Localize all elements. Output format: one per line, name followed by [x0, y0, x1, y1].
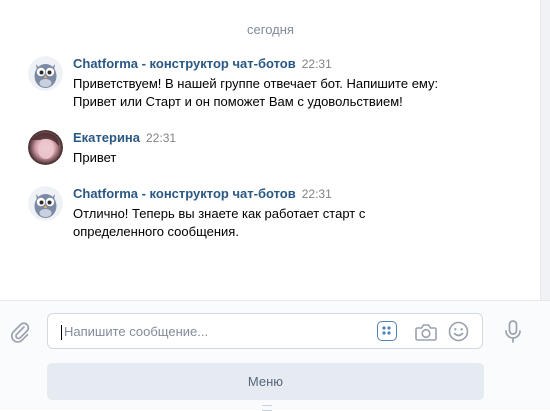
message-line: Привет	[73, 150, 117, 165]
drag-handle[interactable]	[262, 405, 272, 411]
text-caret	[61, 325, 62, 340]
message-line: Привет или Старт и он поможет Вам с удов…	[73, 94, 403, 109]
message-text: Привет	[73, 149, 493, 167]
message-line: Отлично! Теперь вы знаете как работает с…	[73, 206, 366, 221]
microphone-icon[interactable]	[504, 320, 522, 344]
message-time[interactable]: 22:31	[302, 187, 332, 201]
message-author[interactable]: Екатерина	[73, 130, 140, 145]
message-input[interactable]: Напишите сообщение...	[47, 313, 483, 349]
bot-avatar[interactable]	[28, 186, 63, 221]
message-author[interactable]: Chatforma - конструктор чат-ботов	[73, 56, 296, 71]
scrollbar[interactable]	[540, 0, 550, 300]
message-time[interactable]: 22:31	[302, 57, 332, 71]
camera-icon[interactable]	[415, 322, 437, 342]
message-line: Приветствуем! В нашей группе отвечает бо…	[73, 76, 439, 91]
message-composer: Напишите сообщение... Меню	[0, 300, 550, 411]
message-text: Приветствуем! В нашей группе отвечает бо…	[73, 75, 493, 111]
bot-avatar[interactable]	[28, 56, 63, 91]
paperclip-icon[interactable]	[9, 321, 31, 343]
message-time[interactable]: 22:31	[146, 131, 176, 145]
chat-history: сегодня Chatforma - конструктор чат-бото…	[0, 0, 541, 300]
user-avatar[interactable]	[28, 130, 63, 165]
bot-keyboard-icon[interactable]	[377, 321, 397, 341]
smile-icon[interactable]	[448, 321, 469, 342]
message-text: Отлично! Теперь вы знаете как работает с…	[73, 205, 493, 241]
message-line: определенного сообщения.	[73, 224, 239, 239]
date-divider: сегодня	[247, 22, 294, 37]
menu-button[interactable]: Меню	[47, 363, 484, 400]
message-author[interactable]: Chatforma - конструктор чат-ботов	[73, 186, 296, 201]
message-input-placeholder: Напишите сообщение...	[64, 324, 209, 339]
